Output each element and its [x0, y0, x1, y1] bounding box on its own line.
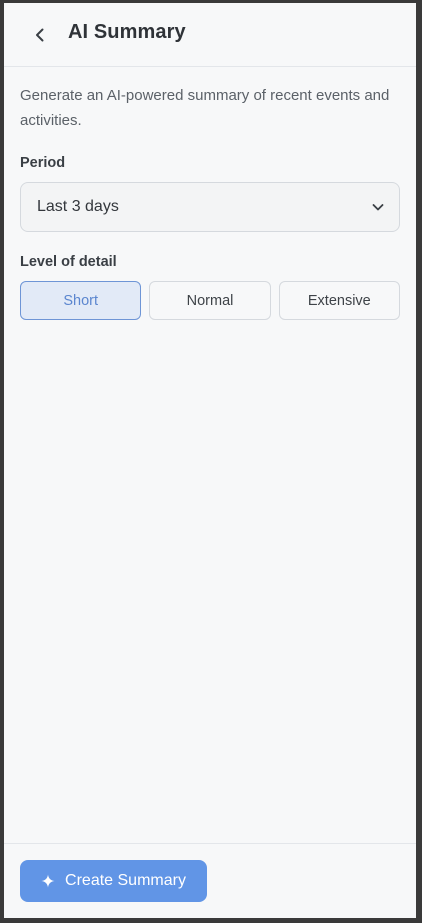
page-title: AI Summary [68, 21, 186, 43]
detail-option-extensive[interactable]: Extensive [278, 281, 400, 320]
back-button[interactable] [28, 23, 52, 47]
detail-option-normal[interactable]: Normal [149, 281, 271, 320]
period-label: Period [20, 155, 66, 171]
create-summary-button[interactable]: Create Summary [20, 860, 207, 902]
create-summary-label: Create Summary [65, 872, 186, 889]
panel-header: AI Summary [4, 3, 416, 67]
chevron-left-icon [36, 28, 44, 42]
period-select[interactable]: Last 3 days [20, 182, 400, 232]
detail-label: Level of detail [20, 254, 117, 270]
sparkle-icon [41, 874, 55, 888]
ai-summary-panel: AI Summary Generate an AI-powered summar… [4, 3, 416, 918]
description-text: Generate an AI-powered summary of recent… [20, 87, 390, 129]
detail-segmented-control: Short Normal Extensive [20, 281, 400, 320]
chevron-down-icon [372, 204, 384, 211]
panel-footer: Create Summary [4, 843, 416, 918]
detail-option-short[interactable]: Short [20, 281, 142, 320]
period-select-value: Last 3 days [37, 198, 119, 215]
